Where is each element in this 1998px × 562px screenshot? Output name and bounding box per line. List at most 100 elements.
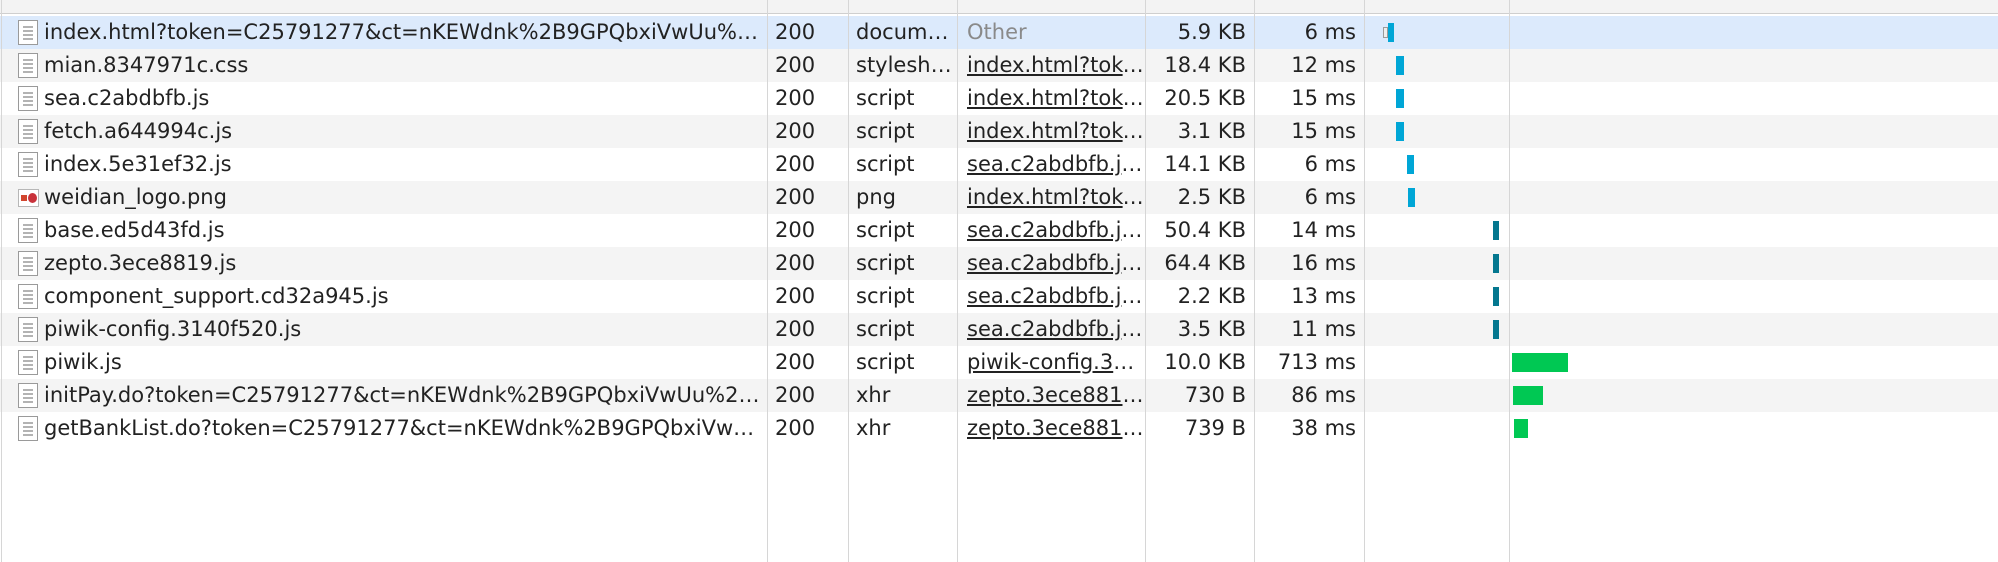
waterfall-bar (1512, 353, 1568, 372)
type-cell: script (856, 86, 915, 110)
status-cell: 200 (775, 185, 816, 209)
initiator-cell[interactable]: zepto.3ece8819.… (967, 379, 1145, 412)
size-cell: 739 B (1184, 416, 1246, 440)
document-icon (18, 86, 38, 111)
request-name-cell: piwik.js (44, 350, 122, 374)
initiator-cell[interactable]: sea.c2abdbfb.js:… (967, 148, 1145, 181)
table-row[interactable]: component_support.cd32a945.js 200 script se… (0, 280, 1998, 313)
type-cell: script (856, 119, 915, 143)
request-name-cell: index.html?token=C25791277&ct=nKEWdnk%2B… (44, 20, 766, 44)
table-row[interactable]: getBankList.do?token=C25791277&ct=nKEWdn… (0, 412, 1998, 445)
table-row[interactable]: mian.8347971c.css 200 stylesheet index.html… (0, 49, 1998, 82)
size-cell: 50.4 KB (1164, 218, 1246, 242)
size-cell: 5.9 KB (1177, 20, 1246, 44)
document-icon (18, 20, 38, 45)
type-cell: script (856, 284, 915, 308)
document-icon (18, 218, 38, 243)
status-cell: 200 (775, 218, 816, 242)
status-cell: 200 (775, 416, 816, 440)
table-row[interactable]: base.ed5d43fd.js 200 script sea.c2abdbfb.js… (0, 214, 1998, 247)
table-row[interactable]: initPay.do?token=C25791277&ct=nKEWdnk%2B… (0, 379, 1998, 412)
type-cell: script (856, 317, 915, 341)
initiator-cell[interactable]: index.html?toke… (967, 82, 1145, 115)
waterfall-bar (1493, 254, 1499, 273)
table-row[interactable]: sea.c2abdbfb.js 200 script index.html?toke…… (0, 82, 1998, 115)
waterfall-bar (1383, 23, 1394, 42)
request-name-cell: zepto.3ece8819.js (44, 251, 237, 275)
time-cell: 16 ms (1291, 251, 1356, 275)
table-row[interactable]: piwik-config.3140f520.js 200 script sea.c2a… (0, 313, 1998, 346)
document-icon (18, 152, 38, 177)
request-name-cell: piwik-config.3140f520.js (44, 317, 302, 341)
initiator-cell[interactable]: sea.c2abdbfb.js:… (967, 313, 1145, 346)
document-icon (18, 251, 38, 276)
document-icon (18, 53, 38, 78)
status-cell: 200 (775, 53, 816, 77)
initiator-cell[interactable]: sea.c2abdbfb.js:… (967, 280, 1145, 313)
table-row[interactable]: zepto.3ece8819.js 200 script sea.c2abdbfb.j… (0, 247, 1998, 280)
time-cell: 6 ms (1304, 20, 1356, 44)
request-name-cell: sea.c2abdbfb.js (44, 86, 210, 110)
size-cell: 64.4 KB (1164, 251, 1246, 275)
size-cell: 3.5 KB (1177, 317, 1246, 341)
size-cell: 10.0 KB (1164, 350, 1246, 374)
size-cell: 18.4 KB (1164, 53, 1246, 77)
table-row[interactable]: fetch.a644994c.js 200 script index.html?tok… (0, 115, 1998, 148)
size-cell: 2.2 KB (1177, 284, 1246, 308)
waterfall-bar (1493, 221, 1499, 240)
request-name-cell: component_support.cd32a945.js (44, 284, 389, 308)
type-cell: png (856, 185, 896, 209)
status-cell: 200 (775, 383, 816, 407)
document-icon (18, 119, 38, 144)
waterfall-bar (1408, 188, 1415, 207)
table-row[interactable]: index.html?token=C25791277&ct=nKEWdnk%2B… (0, 16, 1998, 49)
time-cell: 15 ms (1291, 119, 1356, 143)
time-cell: 6 ms (1304, 185, 1356, 209)
time-cell: 15 ms (1291, 86, 1356, 110)
request-name-cell: initPay.do?token=C25791277&ct=nKEWdnk%2B… (44, 383, 766, 407)
network-request-table: index.html?token=C25791277&ct=nKEWdnk%2B… (0, 0, 1998, 562)
image-icon (18, 189, 39, 207)
initiator-cell[interactable]: sea.c2abdbfb.js:… (967, 214, 1145, 247)
document-icon (18, 317, 38, 342)
document-icon (18, 350, 38, 375)
initiator-cell[interactable]: zepto.3ece8819.… (967, 412, 1145, 445)
waterfall-bar (1493, 320, 1499, 339)
time-cell: 14 ms (1291, 218, 1356, 242)
table-header (0, 0, 1998, 14)
time-cell: 13 ms (1291, 284, 1356, 308)
size-cell: 730 B (1184, 383, 1246, 407)
table-row[interactable]: weidian_logo.png 200 png index.html?toke… 2.… (0, 181, 1998, 214)
waterfall-bar (1493, 287, 1499, 306)
waterfall-bar (1396, 89, 1404, 108)
document-icon (18, 284, 38, 309)
type-cell: xhr (856, 416, 891, 440)
initiator-cell[interactable]: sea.c2abdbfb.js:… (967, 247, 1145, 280)
status-cell: 200 (775, 119, 816, 143)
size-cell: 2.5 KB (1177, 185, 1246, 209)
initiator-cell[interactable]: index.html?toke… (967, 49, 1145, 82)
type-cell: script (856, 251, 915, 275)
size-cell: 14.1 KB (1164, 152, 1246, 176)
request-name-cell: weidian_logo.png (44, 185, 227, 209)
status-cell: 200 (775, 152, 816, 176)
initiator-cell[interactable]: index.html?toke… (967, 115, 1145, 148)
request-name-cell: fetch.a644994c.js (44, 119, 233, 143)
time-cell: 12 ms (1291, 53, 1356, 77)
request-name-cell: mian.8347971c.css (44, 53, 249, 77)
status-cell: 200 (775, 350, 816, 374)
time-cell: 713 ms (1277, 350, 1356, 374)
table-row[interactable]: piwik.js 200 script piwik-config.314… 10.0 K… (0, 346, 1998, 379)
time-cell: 38 ms (1291, 416, 1356, 440)
type-cell: script (856, 218, 915, 242)
request-name-cell: base.ed5d43fd.js (44, 218, 225, 242)
initiator-cell[interactable]: index.html?toke… (967, 181, 1145, 214)
status-cell: 200 (775, 284, 816, 308)
type-cell: script (856, 152, 915, 176)
size-cell: 20.5 KB (1164, 86, 1246, 110)
initiator-cell: Other (967, 20, 1027, 44)
initiator-cell[interactable]: piwik-config.314… (967, 346, 1145, 379)
time-cell: 6 ms (1304, 152, 1356, 176)
time-cell: 86 ms (1291, 383, 1356, 407)
table-row[interactable]: index.5e31ef32.js 200 script sea.c2abdbfb.j… (0, 148, 1998, 181)
